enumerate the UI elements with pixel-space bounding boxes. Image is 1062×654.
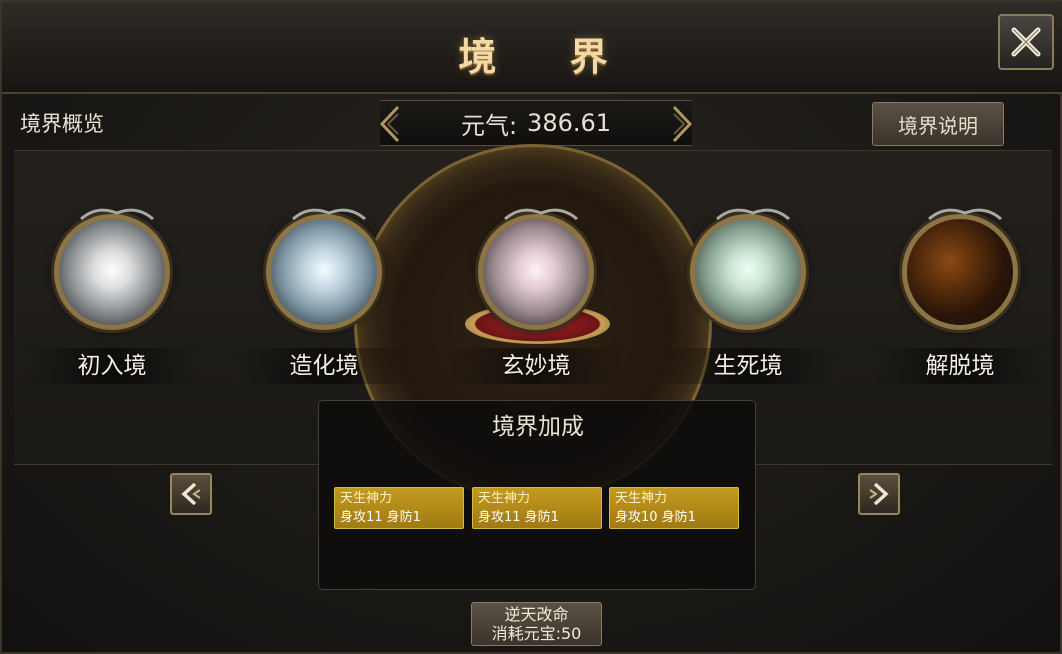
overview-label: 境界概览 bbox=[20, 112, 104, 136]
bonus-card: 天生神力 身攻11 身防1 bbox=[334, 487, 464, 529]
realm-item-2[interactable]: 造化境 bbox=[234, 208, 414, 384]
close-icon bbox=[1011, 27, 1041, 57]
qi-label: 元气: bbox=[460, 111, 518, 140]
next-realm-button[interactable] bbox=[858, 473, 900, 515]
realm-explain-button[interactable]: 境界说明 bbox=[872, 102, 1004, 146]
realm-window: 境 界 境界概览 元气: 386.61 境界说明 初入境 造化境 玄妙境 生死境… bbox=[0, 0, 1062, 654]
realm-label: 玄妙境 bbox=[446, 348, 626, 384]
prev-realm-button[interactable] bbox=[170, 473, 212, 515]
realm-bonus-panel: 境界加成 天生神力 身攻11 身防1 天生神力 身攻11 身防1 天生神力 身攻… bbox=[318, 400, 756, 590]
change-fate-cost: 消耗元宝:50 bbox=[491, 624, 582, 643]
realm-label: 解脱境 bbox=[870, 348, 1050, 384]
realm-orb-icon bbox=[266, 208, 382, 330]
bonus-name: 天生神力 bbox=[615, 491, 668, 506]
realm-label: 初入境 bbox=[22, 348, 202, 384]
realm-item-1[interactable]: 初入境 bbox=[22, 208, 202, 384]
dragon-crest-icon bbox=[292, 208, 366, 221]
realm-item-4[interactable]: 生死境 bbox=[658, 208, 838, 384]
realm-label: 生死境 bbox=[658, 348, 838, 384]
dragon-crest-icon bbox=[504, 208, 578, 221]
realm-orb-icon bbox=[54, 208, 170, 330]
bonus-card: 天生神力 身攻10 身防1 bbox=[609, 487, 739, 529]
realm-item-3-selected[interactable]: 玄妙境 bbox=[446, 208, 626, 384]
realm-orb-icon bbox=[478, 208, 594, 330]
title-bar: 境 界 bbox=[2, 2, 1062, 94]
realm-orb-icon bbox=[690, 208, 806, 330]
ornament-left-icon bbox=[379, 105, 400, 143]
dragon-crest-icon bbox=[928, 208, 1002, 221]
window-title: 境 界 bbox=[458, 34, 638, 79]
dragon-crest-icon bbox=[80, 208, 154, 221]
realm-orb-icon bbox=[902, 208, 1018, 330]
realm-item-5[interactable]: 解脱境 bbox=[870, 208, 1050, 384]
close-button[interactable] bbox=[998, 14, 1054, 70]
qi-display: 元气: 386.61 bbox=[379, 100, 693, 146]
bonus-stats: 身攻11 身防1 bbox=[478, 510, 559, 525]
dragon-crest-icon bbox=[716, 208, 790, 221]
bonus-stats: 身攻10 身防1 bbox=[615, 510, 696, 525]
bonus-name: 天生神力 bbox=[478, 491, 531, 506]
change-fate-button[interactable]: 逆天改命 消耗元宝:50 bbox=[471, 602, 602, 646]
bonus-stats: 身攻11 身防1 bbox=[340, 510, 421, 525]
qi-value: 386.61 bbox=[527, 109, 612, 137]
change-fate-label: 逆天改命 bbox=[504, 605, 569, 624]
bonus-title: 境界加成 bbox=[492, 414, 584, 440]
ornament-right-icon bbox=[672, 105, 693, 143]
arrow-left-icon bbox=[181, 482, 201, 506]
bonus-name: 天生神力 bbox=[340, 491, 393, 506]
realm-label: 造化境 bbox=[234, 348, 414, 384]
arrow-right-icon bbox=[869, 482, 889, 506]
bonus-card: 天生神力 身攻11 身防1 bbox=[472, 487, 602, 529]
